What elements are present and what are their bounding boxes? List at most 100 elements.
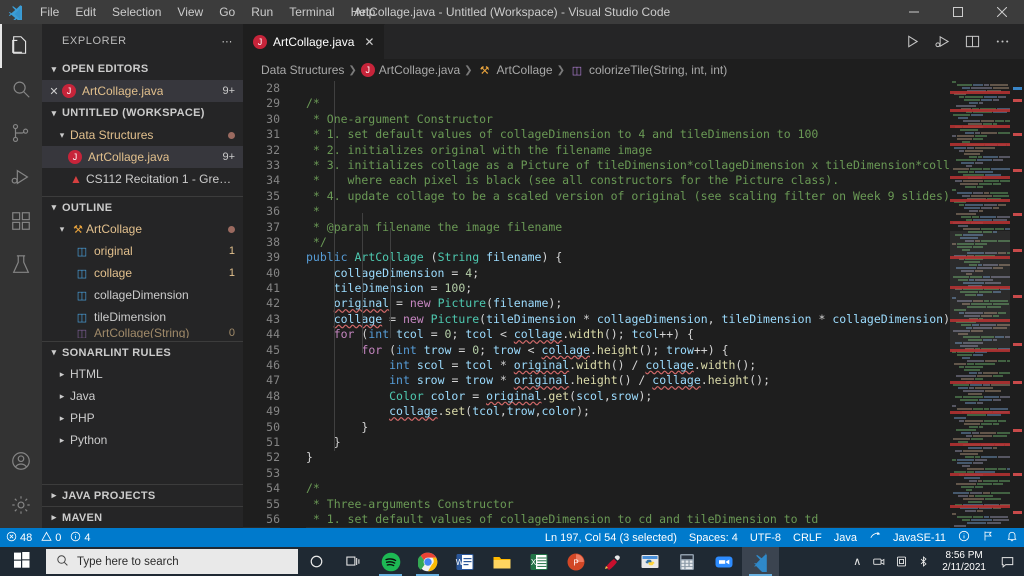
code-line[interactable]: collage.set(tcol,trow,color);: [306, 404, 950, 419]
code-line[interactable]: * 1. set default values of collageDimens…: [306, 512, 950, 527]
tray-expand-button[interactable]: ∧: [846, 547, 868, 576]
menu-item-edit[interactable]: Edit: [67, 0, 104, 24]
bluetooth-icon[interactable]: [912, 547, 934, 576]
task-view-button[interactable]: [335, 547, 372, 576]
more-actions-button[interactable]: [988, 28, 1016, 56]
status-language-mode[interactable]: Java: [828, 528, 863, 547]
taskbar-app-microsoft-word[interactable]: W: [446, 547, 483, 576]
code-line[interactable]: /*: [306, 481, 950, 496]
code-line[interactable]: * 1. set default values of collageDimens…: [306, 127, 950, 142]
activity-extensions[interactable]: [0, 200, 42, 244]
cortana-button[interactable]: [298, 547, 335, 576]
maximize-button[interactable]: [936, 0, 980, 24]
code-line[interactable]: * 3. initializes collage as a Picture of…: [306, 158, 950, 173]
section-outline[interactable]: ▾ OUTLINE: [42, 196, 243, 218]
section-sonarlint-rules[interactable]: ▾ SONARLINT RULES: [42, 341, 243, 363]
status-java-runtime[interactable]: JavaSE-11: [887, 528, 952, 547]
section-workspace[interactable]: ▾ UNTITLED (WORKSPACE): [42, 102, 243, 124]
breadcrumb-item-class[interactable]: ⚒ ArtCollage: [477, 63, 553, 77]
tab-artcollage-java[interactable]: J ArtCollage.java ✕: [243, 24, 386, 59]
section-maven[interactable]: ▸ MAVEN: [42, 506, 243, 528]
activity-search[interactable]: [0, 68, 42, 112]
outline-item-constructor[interactable]: ◫ ArtCollage(String) 0: [42, 328, 243, 338]
activity-explorer[interactable]: [0, 24, 42, 68]
minimap[interactable]: [950, 81, 1010, 528]
code-line[interactable]: * One-argument Constructor: [306, 112, 950, 127]
taskbar-app-zoom[interactable]: [705, 547, 742, 576]
action-center-button[interactable]: [994, 547, 1020, 576]
code-line[interactable]: int srow = trow * original.height() / co…: [306, 373, 950, 388]
overview-ruler[interactable]: [1010, 81, 1024, 528]
code-line[interactable]: * where each pixel is black (see all con…: [306, 173, 950, 188]
folder-data-structures[interactable]: ▾ Data Structures: [42, 124, 243, 146]
sonarlint-item-php[interactable]: ▸ PHP: [42, 407, 243, 429]
menu-item-view[interactable]: View: [169, 0, 211, 24]
camera-icon[interactable]: [868, 547, 890, 576]
status-remote[interactable]: [976, 528, 1000, 547]
open-editor-item[interactable]: ✕ J ArtCollage.java 9+: [42, 80, 243, 102]
minimap-slider[interactable]: [950, 231, 1010, 351]
file-cs112-recitation-pdf[interactable]: ▲ CS112 Recitation 1 - Greatest Hits o..…: [42, 168, 243, 190]
status-problems[interactable]: 48 0 4: [0, 528, 97, 547]
close-icon[interactable]: ✕: [46, 85, 62, 98]
close-button[interactable]: [980, 0, 1024, 24]
code-line[interactable]: original = new Picture(filename);: [306, 296, 950, 311]
code-line[interactable]: for (int trow = 0; trow < collage.height…: [306, 343, 950, 358]
outline-class-artcollage[interactable]: ▾ ⚒ ArtCollage: [42, 218, 243, 240]
activity-source-control[interactable]: [0, 112, 42, 156]
sonarlint-item-python[interactable]: ▸ Python: [42, 429, 243, 451]
taskbar-app-calculator[interactable]: [668, 547, 705, 576]
sidebar-more-actions-icon[interactable]: ⋯: [221, 35, 233, 48]
menu-item-selection[interactable]: Selection: [104, 0, 169, 24]
outline-item-collagedimension[interactable]: ◫ collageDimension: [42, 284, 243, 306]
outline-item-collage[interactable]: ◫ collage 1: [42, 262, 243, 284]
split-editor-button[interactable]: [958, 28, 986, 56]
run-debug-button[interactable]: [928, 28, 956, 56]
menu-item-go[interactable]: Go: [211, 0, 243, 24]
taskbar-app-file-explorer[interactable]: [483, 547, 520, 576]
code-line[interactable]: */: [306, 235, 950, 250]
section-java-projects[interactable]: ▸ JAVA PROJECTS: [42, 484, 243, 506]
sonarlint-item-html[interactable]: ▸ HTML: [42, 363, 243, 385]
code-content[interactable]: /* * One-argument Constructor * 1. set d…: [306, 81, 950, 528]
code-line[interactable]: * 2. initializes original with the filen…: [306, 143, 950, 158]
outline-item-tiledimension[interactable]: ◫ tileDimension: [42, 306, 243, 328]
breadcrumb-item-folder[interactable]: Data Structures: [261, 63, 344, 77]
file-artcollage-java[interactable]: J ArtCollage.java 9+: [42, 146, 243, 168]
menu-item-help[interactable]: Help: [343, 0, 384, 24]
code-line[interactable]: int scol = tcol * original.width() / col…: [306, 358, 950, 373]
start-button[interactable]: [0, 547, 44, 576]
clock[interactable]: 8:56 PM 2/11/2021: [934, 550, 994, 574]
code-line[interactable]: [306, 81, 950, 96]
taskbar-search[interactable]: Type here to search: [46, 549, 298, 574]
code-line[interactable]: *: [306, 204, 950, 219]
taskbar-app-python-idle[interactable]: [631, 547, 668, 576]
code-line[interactable]: }: [306, 435, 950, 450]
code-line[interactable]: Color color = original.get(scol,srow);: [306, 389, 950, 404]
status-indentation[interactable]: Spaces: 4: [683, 528, 744, 547]
activity-settings[interactable]: [0, 484, 42, 528]
taskbar-app-ccleaner[interactable]: [594, 547, 631, 576]
taskbar-app-microsoft-excel[interactable]: X: [520, 547, 557, 576]
code-line[interactable]: * @param filename the image filename: [306, 220, 950, 235]
taskbar-app-google-chrome[interactable]: [409, 547, 446, 576]
display-icon[interactable]: [890, 547, 912, 576]
status-eol[interactable]: CRLF: [787, 528, 828, 547]
close-icon[interactable]: ✕: [364, 35, 374, 49]
status-cursor-position[interactable]: Ln 197, Col 54 (3 selected): [539, 528, 683, 547]
code-line[interactable]: }: [306, 450, 950, 465]
outline-item-original[interactable]: ◫ original 1: [42, 240, 243, 262]
code-line[interactable]: for (int tcol = 0; tcol < collage.width(…: [306, 327, 950, 342]
code-line[interactable]: [306, 466, 950, 481]
code-line[interactable]: /*: [306, 96, 950, 111]
taskbar-app-microsoft-powerpoint[interactable]: P: [557, 547, 594, 576]
code-line[interactable]: * Three-arguments Constructor: [306, 497, 950, 512]
run-button[interactable]: [898, 28, 926, 56]
activity-testing[interactable]: [0, 244, 42, 288]
status-feedback[interactable]: [863, 528, 887, 547]
status-encoding[interactable]: UTF-8: [744, 528, 787, 547]
menu-item-run[interactable]: Run: [243, 0, 281, 24]
code-line[interactable]: tileDimension = 100;: [306, 281, 950, 296]
menu-item-file[interactable]: File: [32, 0, 67, 24]
breadcrumb-item-file[interactable]: J ArtCollage.java: [360, 63, 460, 77]
